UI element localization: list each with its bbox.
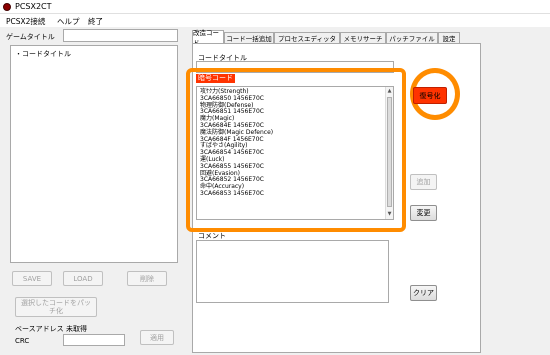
tab-cheat-code[interactable]: 改造コード <box>192 29 224 47</box>
load-button[interactable]: LOAD <box>63 271 103 286</box>
apply-button[interactable]: 適用 <box>140 330 174 345</box>
clear-button[interactable]: クリア <box>410 285 437 301</box>
game-title-label: ゲームタイトル <box>6 33 55 41</box>
crc-input[interactable] <box>63 334 125 346</box>
code-tree[interactable]: ・コードタイトル <box>10 45 178 263</box>
save-button[interactable]: SAVE <box>12 271 52 286</box>
comment-textarea[interactable] <box>196 240 389 303</box>
code-line: 3CA66853 1456E70C <box>200 189 264 197</box>
scroll-thumb[interactable] <box>387 97 392 207</box>
patch-selected-button[interactable]: 選択したコードをパッチ化 <box>15 297 97 317</box>
menu-bar <box>0 14 550 27</box>
base-address-value: 未取得 <box>66 325 87 333</box>
scroll-up-icon[interactable]: ▲ <box>387 88 392 94</box>
tree-root-item[interactable]: ・コードタイトル <box>15 49 71 59</box>
scroll-down-icon[interactable]: ▼ <box>387 211 392 217</box>
menu-help[interactable]: ヘルプ <box>57 16 80 27</box>
tab-settings[interactable]: 設定 <box>438 32 460 43</box>
decrypt-button[interactable]: 復号化 <box>413 87 447 104</box>
tab-patch-file[interactable]: パッチファイル <box>386 32 438 43</box>
menu-pcsx2-connect[interactable]: PCSX2接続 <box>6 16 45 27</box>
change-button[interactable]: 変更 <box>410 205 437 221</box>
window-title: PCSX2CT <box>15 2 52 11</box>
game-title-input[interactable] <box>63 29 178 42</box>
crc-label: CRC <box>15 337 30 345</box>
tab-process-editor[interactable]: プロセスエディッタ <box>274 32 340 43</box>
app-icon <box>3 3 11 11</box>
tab-bulk-add[interactable]: コード一括追加 <box>224 32 274 43</box>
title-bar <box>0 0 550 14</box>
menu-exit[interactable]: 終了 <box>88 16 103 27</box>
cipher-code-label: 暗号コード <box>196 74 235 83</box>
code-scrollbar[interactable]: ▲ ▼ <box>385 87 393 219</box>
code-textarea[interactable]: 攻ｹｸ力(Strength) 3CA66850 1456E70C 物理防御(De… <box>196 86 394 220</box>
base-address-label: ベースアドレス <box>15 325 64 333</box>
code-lines: 攻ｹｸ力(Strength) 3CA66850 1456E70C 物理防御(De… <box>200 88 273 198</box>
tab-memory-search[interactable]: メモリサーチ <box>340 32 386 43</box>
add-button[interactable]: 追加 <box>410 174 437 190</box>
delete-button[interactable]: 削除 <box>127 271 167 286</box>
